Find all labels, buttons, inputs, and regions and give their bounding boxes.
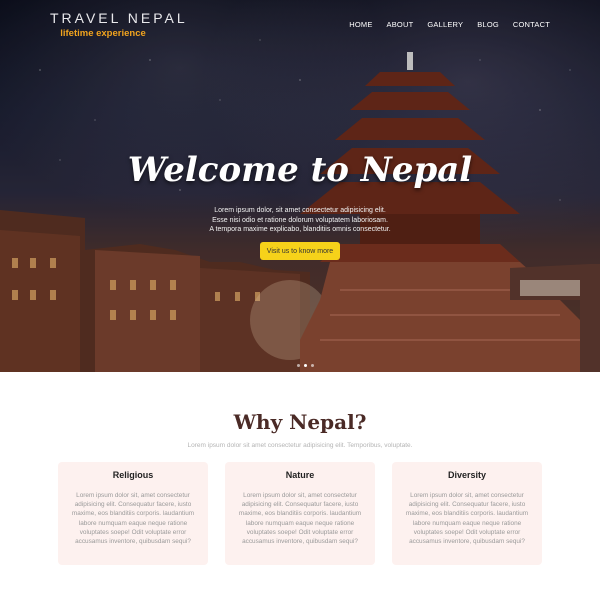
card-line: Lorem ipsum dolor sit, amet consectetur xyxy=(76,492,190,499)
hero-text-line: Esse nisi odio et ratione dolorum volupt… xyxy=(212,216,388,224)
nav-about[interactable]: ABOUT xyxy=(387,20,414,29)
hero-section: TRAVEL NEPAL lifetime experience HOME AB… xyxy=(0,0,600,372)
card-line: maxime, eos blanditiis corporis. laudant… xyxy=(71,510,195,518)
card-line: adipisicing elit. Consequatur facere, iu… xyxy=(74,501,192,509)
nav-gallery[interactable]: GALLERY xyxy=(427,20,463,29)
hero-text-line: A tempora maxime explicabo, blanditiis o… xyxy=(209,226,391,233)
card-body: Lorem ipsum dolor sit, amet consectetur … xyxy=(68,491,198,546)
card-line: maxime, eos blanditiis corporis. laudant… xyxy=(238,510,362,518)
card-diversity: Diversity Lorem ipsum dolor sit, amet co… xyxy=(392,462,542,565)
card-line: adipisicing elit. Consequatur facere, iu… xyxy=(408,501,526,509)
carousel-dot-active[interactable] xyxy=(304,364,307,367)
hero-description: Lorem ipsum dolor, sit amet consectetur … xyxy=(0,206,600,235)
nav-contact[interactable]: CONTACT xyxy=(513,20,550,29)
card-line: labore numquam eaque neque ratione xyxy=(78,519,188,527)
carousel-indicators xyxy=(297,364,314,367)
card-line: maxime, eos blanditiis corporis. laudant… xyxy=(405,510,529,518)
nav-home[interactable]: HOME xyxy=(349,20,372,29)
card-line: labore numquam eaque neque ratione xyxy=(412,519,522,527)
feature-cards: Religious Lorem ipsum dolor sit, amet co… xyxy=(58,462,542,565)
card-line: accusamus inventore, quibusdam sequi? xyxy=(242,538,358,546)
card-line: Lorem ipsum dolor sit, amet consectetur xyxy=(243,492,357,499)
logo-tagline: lifetime experience xyxy=(60,28,146,39)
card-title: Diversity xyxy=(447,470,487,480)
hero-text-line: Lorem ipsum dolor, sit amet consectetur … xyxy=(214,207,386,214)
card-line: voluptates soepe! Odit voluptate error xyxy=(79,528,187,536)
logo-title: TRAVEL NEPAL xyxy=(50,10,188,26)
hero-title: Welcome to Nepal xyxy=(127,150,473,190)
why-nepal-heading: Why Nepal? xyxy=(233,410,367,434)
visit-button[interactable]: Visit us to know more xyxy=(260,242,340,260)
carousel-dot[interactable] xyxy=(311,364,314,367)
card-line: adipisicing elit. Consequatur facere, iu… xyxy=(241,501,359,509)
card-line: voluptates soepe! Odit voluptate error xyxy=(413,528,521,536)
card-title: Nature xyxy=(285,470,315,480)
card-line: voluptates soepe! Odit voluptate error xyxy=(246,528,354,536)
card-line: accusamus inventore, quibusdam sequi? xyxy=(75,538,191,546)
why-nepal-subtitle: Lorem ipsum dolor sit amet consectetur a… xyxy=(187,442,413,449)
nav-blog[interactable]: BLOG xyxy=(477,20,499,29)
card-body: Lorem ipsum dolor sit, amet consectetur … xyxy=(402,491,532,546)
card-religious: Religious Lorem ipsum dolor sit, amet co… xyxy=(58,462,208,565)
card-body: Lorem ipsum dolor sit, amet consectetur … xyxy=(235,491,365,546)
card-line: accusamus inventore, quibusdam sequi? xyxy=(409,538,525,546)
site-logo[interactable]: TRAVEL NEPAL lifetime experience xyxy=(50,10,188,39)
card-nature: Nature Lorem ipsum dolor sit, amet conse… xyxy=(225,462,375,565)
main-nav: HOME ABOUT GALLERY BLOG CONTACT xyxy=(349,20,550,29)
carousel-dot[interactable] xyxy=(297,364,300,367)
card-title: Religious xyxy=(112,470,154,480)
card-line: Lorem ipsum dolor sit, amet consectetur xyxy=(410,492,524,499)
card-line: labore numquam eaque neque ratione xyxy=(245,519,355,527)
